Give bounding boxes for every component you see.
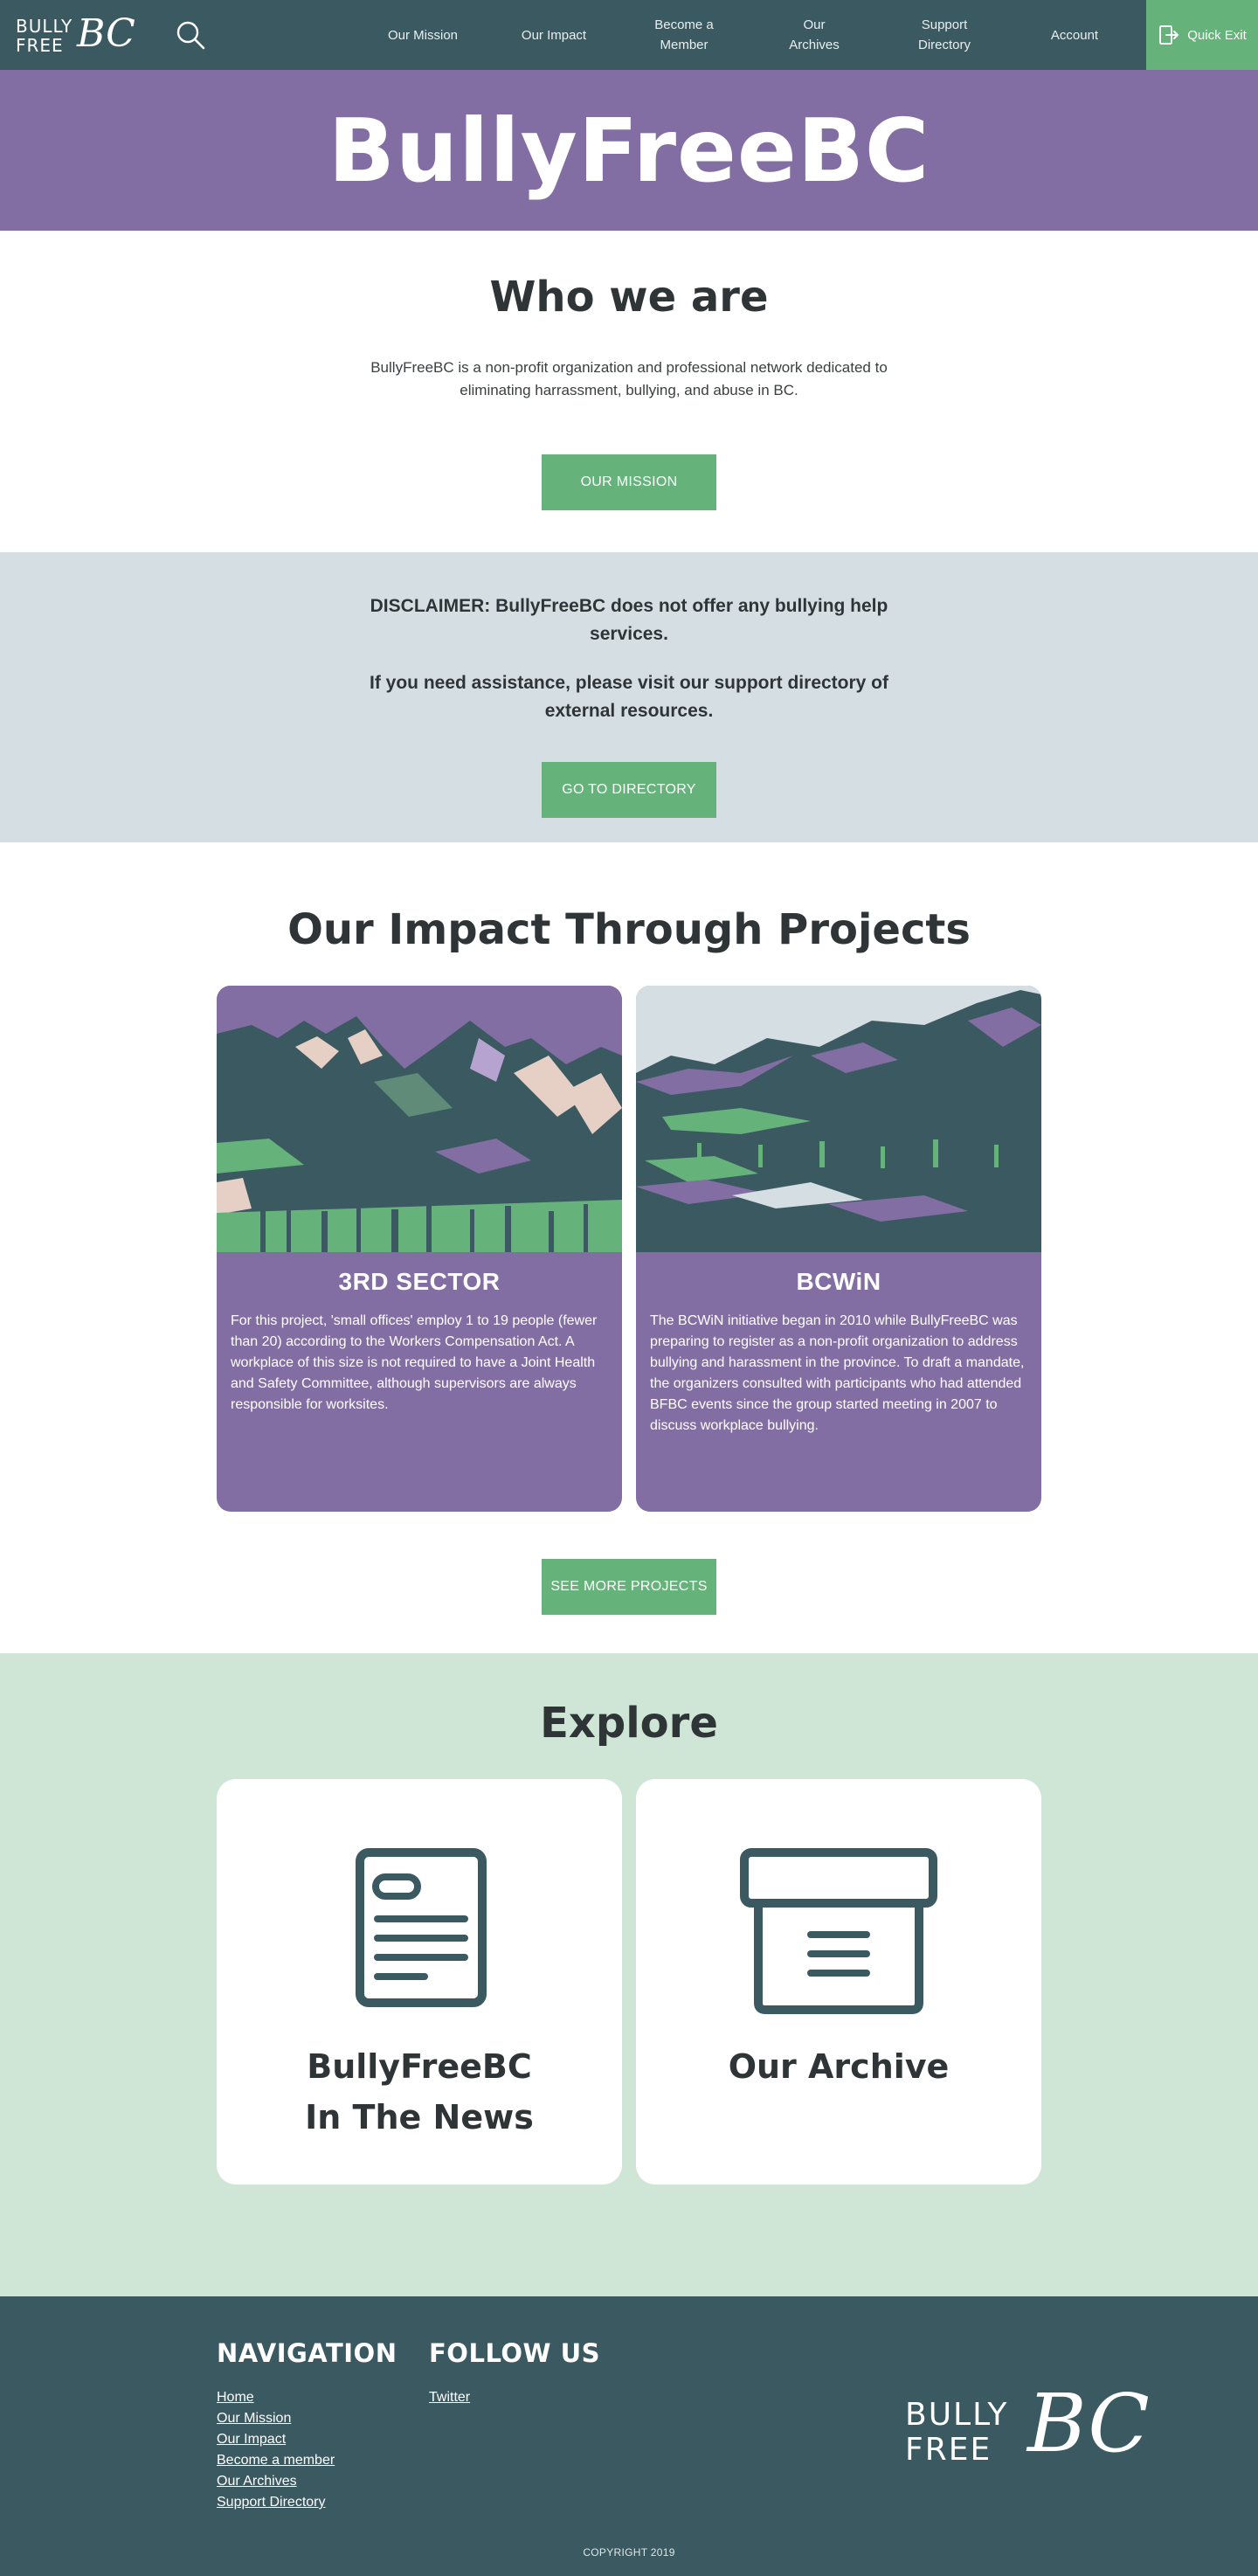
- go-to-directory-button[interactable]: GO TO DIRECTORY: [542, 762, 716, 818]
- top-navigation-bar: BULLY FREE BC Our Mission Our Impact Bec…: [0, 0, 1258, 70]
- who-we-are-text: BullyFreeBC is a non-profit organization…: [370, 359, 888, 398]
- site-footer: NAVIGATION Home Our Mission Our Impact B…: [0, 2296, 1258, 2576]
- quick-exit-label: Quick Exit: [1187, 27, 1247, 43]
- footer-logo-script: BC: [1027, 2377, 1150, 2470]
- document-icon: [356, 1848, 487, 2007]
- explore-card-title: Our Archive: [728, 2047, 950, 2086]
- footer-link-our-impact[interactable]: Our Impact: [217, 2429, 335, 2450]
- nav-link-account[interactable]: Account: [1022, 0, 1127, 70]
- lake-landscape-image: [636, 986, 1041, 1252]
- explore-card-title-line2: In The News: [305, 2098, 534, 2136]
- disclaimer-section: DISCLAIMER: BullyFreeBC does not offer a…: [0, 552, 1258, 842]
- footer-link-become-a-member[interactable]: Become a member: [217, 2450, 335, 2471]
- our-mission-button[interactable]: OUR MISSION: [542, 454, 716, 510]
- nav-link-become-a-member[interactable]: Become a Member: [632, 0, 736, 70]
- logo-wordmark: BULLY FREE: [16, 16, 73, 56]
- copyright-text: COPYRIGHT 2019: [583, 2546, 675, 2559]
- quick-exit-button[interactable]: Quick Exit: [1146, 0, 1258, 70]
- mountain-landscape-image: [217, 986, 622, 1252]
- assistance-text: If you need assistance, please visit our…: [370, 673, 888, 721]
- site-logo[interactable]: BULLY FREE BC: [16, 11, 147, 56]
- project-card-text: For this project, 'small offices' employ…: [231, 1313, 598, 1412]
- explore-card-title-line1: BullyFreeBC: [307, 2047, 532, 2086]
- footer-navigation-links: Home Our Mission Our Impact Become a mem…: [217, 2387, 335, 2513]
- search-icon[interactable]: [175, 19, 206, 51]
- explore-heading: Explore: [540, 1699, 718, 1748]
- project-card-title: BCWiN: [796, 1268, 881, 1295]
- nav-link-support-directory[interactable]: Support Directory: [892, 0, 997, 70]
- see-more-projects-button[interactable]: SEE MORE PROJECTS: [542, 1559, 716, 1615]
- hero-banner: BullyFreeBC: [0, 70, 1258, 231]
- footer-logo[interactable]: BULLY FREE BC: [905, 2380, 1167, 2480]
- who-we-are-section: Who we are BullyFreeBC is a non-profit o…: [0, 231, 1258, 552]
- impact-section: Our Impact Through Projects 3RD SECTOR F…: [0, 842, 1258, 1653]
- nav-link-our-impact[interactable]: Our Impact: [501, 0, 606, 70]
- footer-link-home[interactable]: Home: [217, 2387, 335, 2408]
- project-card-text: The BCWiN initiative began in 2010 while…: [650, 1313, 1025, 1433]
- project-card-title: 3RD SECTOR: [338, 1268, 501, 1295]
- footer-logo-wordmark: BULLY FREE: [905, 2397, 1009, 2468]
- footer-link-our-mission[interactable]: Our Mission: [217, 2408, 335, 2429]
- project-card-bcwin[interactable]: BCWiN The BCWiN initiative began in 2010…: [636, 986, 1041, 1512]
- nav-link-our-mission[interactable]: Our Mission: [370, 0, 475, 70]
- exit-door-icon: [1159, 25, 1179, 45]
- footer-link-support-directory[interactable]: Support Directory: [217, 2492, 335, 2513]
- footer-follow-heading: FOLLOW US: [429, 2338, 601, 2368]
- footer-navigation-heading: NAVIGATION: [217, 2338, 397, 2368]
- footer-link-our-archives[interactable]: Our Archives: [217, 2471, 335, 2492]
- explore-card-in-the-news[interactable]: BullyFreeBC In The News: [217, 1779, 622, 2185]
- explore-card-our-archive[interactable]: Our Archive: [636, 1779, 1041, 2185]
- who-we-are-heading: Who we are: [489, 273, 769, 322]
- logo-script: BC: [77, 11, 135, 56]
- footer-link-twitter[interactable]: Twitter: [429, 2387, 470, 2408]
- footer-follow-links: Twitter: [429, 2387, 470, 2408]
- archive-box-icon: [740, 1848, 937, 2014]
- hero-title: BullyFreeBC: [328, 99, 930, 202]
- nav-link-our-archives[interactable]: Our Archives: [762, 0, 867, 70]
- project-card-3rd-sector[interactable]: 3RD SECTOR For this project, 'small offi…: [217, 986, 622, 1512]
- impact-heading: Our Impact Through Projects: [287, 905, 971, 954]
- disclaimer-text: DISCLAIMER: BullyFreeBC does not offer a…: [370, 596, 888, 644]
- explore-section: Explore BullyFreeBC In The News Our Arch…: [0, 1653, 1258, 2296]
